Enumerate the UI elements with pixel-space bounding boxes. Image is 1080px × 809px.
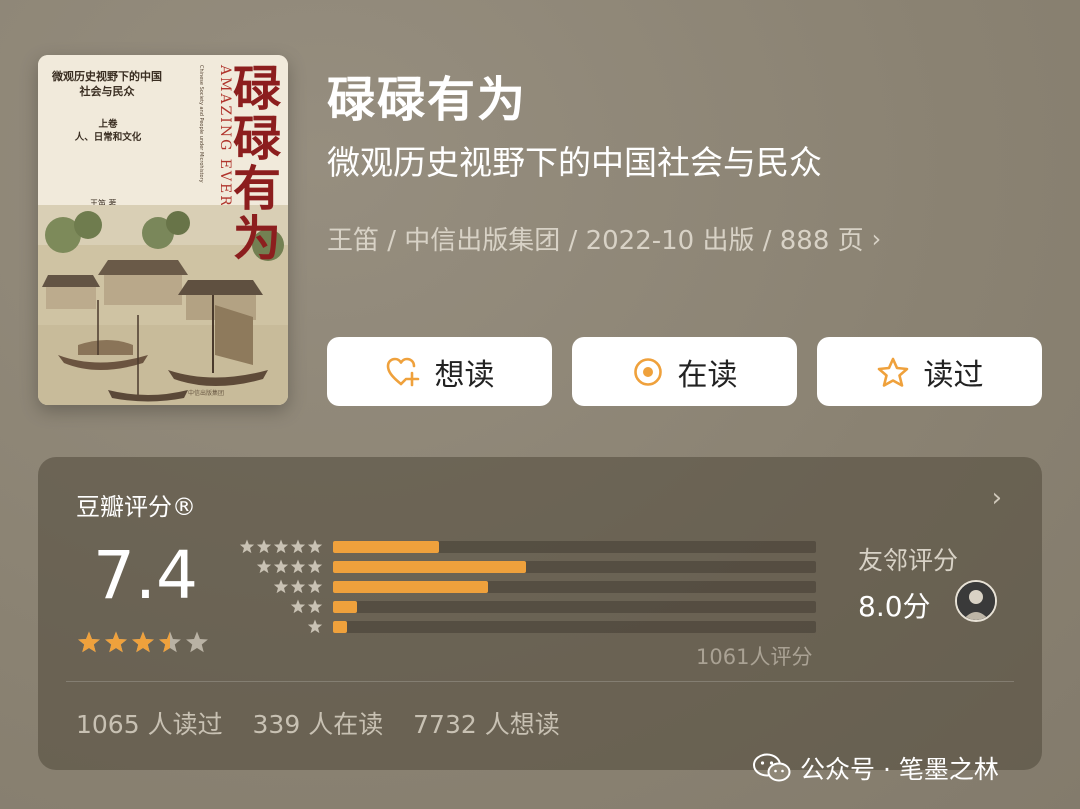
bar-fill bbox=[333, 561, 527, 573]
star-icon bbox=[273, 579, 289, 594]
star-icon bbox=[307, 579, 323, 594]
star-icon bbox=[290, 539, 306, 554]
bar-track bbox=[333, 581, 816, 593]
chevron-right-icon: › bbox=[871, 224, 882, 253]
book-title: 碌碌有为 bbox=[327, 72, 528, 128]
want-to-read-label: 想读 bbox=[434, 357, 495, 393]
friends-rating-label: 友邻评分 bbox=[858, 546, 959, 575]
star-icon bbox=[307, 619, 323, 634]
star-icon bbox=[186, 631, 208, 653]
cover-title: 碌碌有为 bbox=[224, 63, 280, 263]
cover-english-subtitle: Chinese Society and People under Microhi… bbox=[198, 65, 204, 183]
friends-rating-score[interactable]: 8.0分 bbox=[858, 585, 931, 625]
star-icon bbox=[307, 559, 323, 574]
star-icon bbox=[273, 539, 289, 554]
row-stars-icon bbox=[290, 599, 323, 614]
star-icon bbox=[307, 539, 323, 554]
row-stars-icon bbox=[307, 619, 323, 634]
have-read-button[interactable]: 读过 bbox=[817, 337, 1042, 406]
rating-score: 7.4 bbox=[93, 537, 198, 614]
star-fill bbox=[105, 631, 127, 653]
stat-read[interactable]: 1065 人读过 bbox=[76, 710, 223, 739]
reading-stats: 1065 人读过 339 人在读 7732 人想读 bbox=[76, 705, 582, 741]
divider bbox=[66, 681, 1014, 682]
wechat-icon bbox=[753, 753, 791, 782]
star-icon bbox=[307, 599, 323, 614]
want-to-read-button[interactable]: 想读 bbox=[327, 337, 552, 406]
star-icon bbox=[290, 559, 306, 574]
book-cover[interactable]: 微观历史视野下的中国社会与民众 上卷 人、日常和文化 王笛 著 AMAZING … bbox=[38, 55, 288, 405]
friend-avatar[interactable] bbox=[955, 580, 997, 622]
book-meta-text: 王笛 / 中信出版集团 / 2022-10 出版 / 888 页 bbox=[327, 226, 864, 256]
cover-volume: 上卷 人、日常和文化 bbox=[68, 118, 148, 144]
heart-plus-icon bbox=[386, 357, 419, 386]
stat-want[interactable]: 7732 人想读 bbox=[413, 710, 560, 739]
bar-track bbox=[333, 621, 816, 633]
reading-button[interactable]: 在读 bbox=[572, 337, 797, 406]
star-icon bbox=[256, 559, 272, 574]
rating-header: 豆瓣评分® bbox=[76, 493, 196, 521]
row-stars-icon bbox=[273, 579, 323, 594]
watermark: 公众号 · 笔墨之林 bbox=[752, 750, 999, 786]
bar-fill bbox=[333, 621, 348, 633]
watermark-text: 公众号 · 笔墨之林 bbox=[800, 755, 999, 784]
reading-label: 在读 bbox=[677, 357, 738, 393]
rating-stars bbox=[78, 631, 208, 653]
star-icon bbox=[239, 539, 255, 554]
cover-volume-line1: 上卷 bbox=[98, 119, 118, 130]
stat-reading[interactable]: 339 人在读 bbox=[253, 710, 384, 739]
star-icon bbox=[256, 539, 272, 554]
star-outline-icon bbox=[877, 357, 908, 387]
star-fill bbox=[132, 631, 154, 653]
row-stars-icon bbox=[256, 559, 323, 574]
bar-fill bbox=[333, 601, 358, 613]
bar-fill bbox=[333, 541, 440, 553]
chevron-right-icon[interactable]: › bbox=[992, 483, 1002, 513]
bar-track bbox=[333, 601, 816, 613]
rating-count: 1061人评分 bbox=[696, 645, 813, 669]
person-icon bbox=[957, 582, 995, 620]
star-icon bbox=[290, 579, 306, 594]
book-subtitle: 微观历史视野下的中国社会与民众 bbox=[327, 143, 822, 182]
have-read-label: 读过 bbox=[923, 357, 984, 393]
row-stars-icon bbox=[239, 539, 323, 554]
star-fill bbox=[78, 631, 100, 653]
cover-publisher: 中信出版集团 bbox=[188, 390, 225, 397]
cover-subtitle: 微观历史视野下的中国社会与民众 bbox=[52, 70, 162, 98]
rating-card[interactable]: 豆瓣评分® › 7.4 1061人评分 友邻评分 8.0分 1065 人读过 3… bbox=[38, 457, 1042, 770]
target-icon bbox=[633, 357, 662, 386]
star-icon bbox=[273, 559, 289, 574]
cover-volume-line2: 人、日常和文化 bbox=[74, 132, 142, 143]
star-icon bbox=[290, 599, 306, 614]
bar-fill bbox=[333, 581, 488, 593]
bar-track bbox=[333, 541, 816, 553]
book-meta-link[interactable]: 王笛 / 中信出版集团 / 2022-10 出版 / 888 页 › bbox=[327, 220, 881, 257]
bar-track bbox=[333, 561, 816, 573]
